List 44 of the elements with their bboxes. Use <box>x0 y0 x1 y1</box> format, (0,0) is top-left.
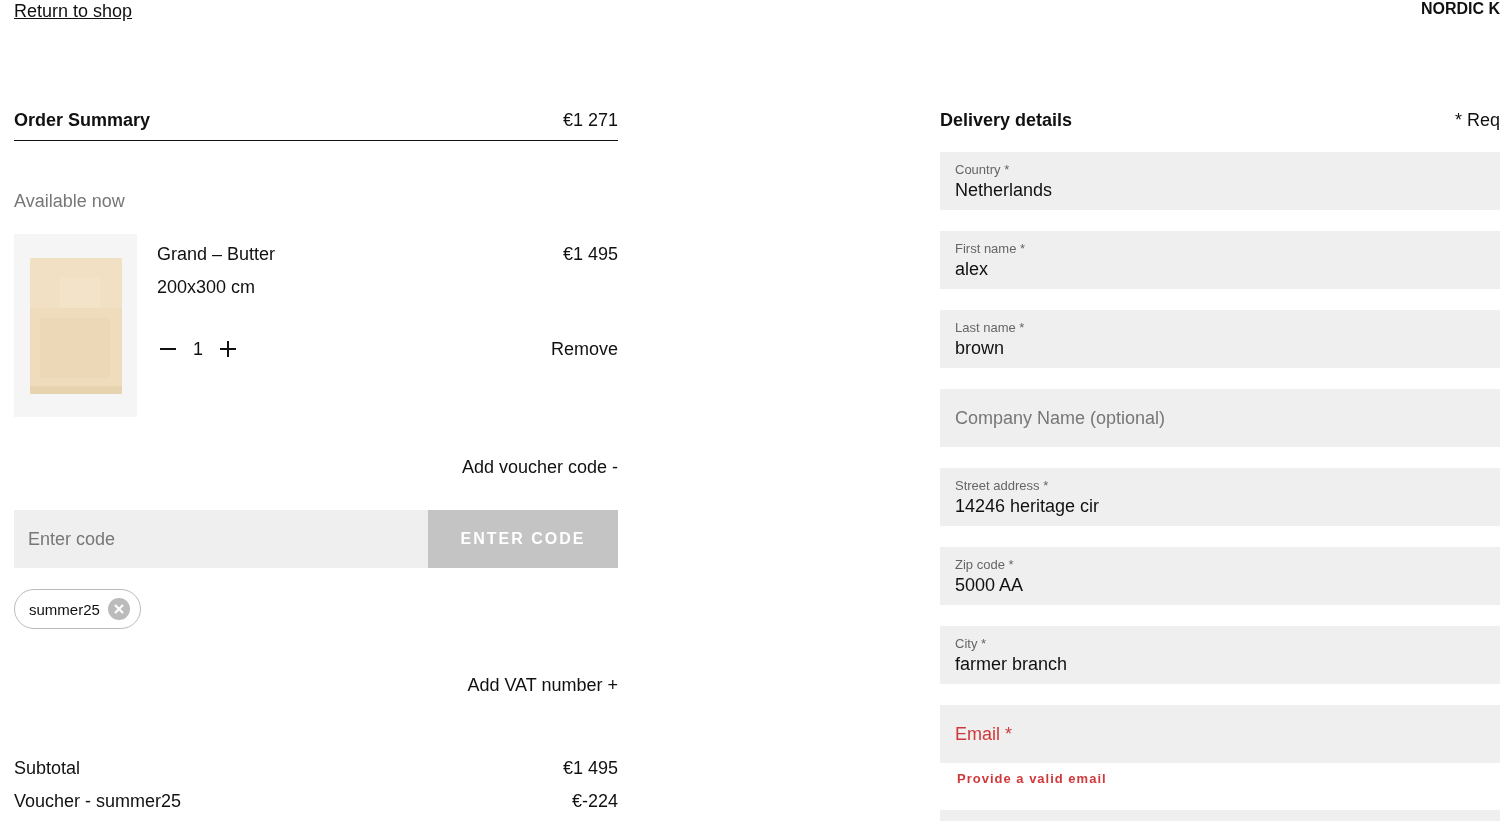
voucher-input[interactable]: Enter code <box>14 510 428 568</box>
input-field[interactable]: Zip code * 5000 AA <box>940 547 1500 605</box>
field-value: brown <box>955 337 1006 359</box>
required-note: * Req <box>1454 109 1500 131</box>
remove-button[interactable]: Remove <box>550 338 618 360</box>
field-value: farmer branch <box>955 653 1069 675</box>
return-link[interactable]: Return to shop <box>14 0 133 22</box>
field-value: alex <box>955 258 990 280</box>
error-message: Provide a valid email <box>957 771 1108 786</box>
input-field[interactable]: Company Name (optional) <box>940 389 1500 447</box>
field-value: 5000 AA <box>955 574 1025 596</box>
field-label: Country * <box>955 161 1011 177</box>
section-title: Order Summary <box>14 109 151 131</box>
field-label: City * <box>955 635 988 651</box>
field-value: 14246 heritage cir <box>955 495 1101 517</box>
total-label: Subtotal <box>14 758 81 779</box>
input-field[interactable]: Country * Netherlands <box>940 152 1500 210</box>
total-value: €1 495 <box>562 758 618 779</box>
product-name: Grand – Butter <box>157 244 276 265</box>
total-label: Voucher - summer25 <box>14 791 182 812</box>
field-label: First name * <box>955 240 1027 256</box>
availability-label: Available now <box>14 191 126 212</box>
voucher-toggle[interactable]: Add voucher code - <box>461 457 618 478</box>
input-field[interactable]: Email * <box>940 705 1500 763</box>
field-label: Zip code * <box>955 556 1015 572</box>
input-field[interactable]: City * farmer branch <box>940 626 1500 684</box>
field-placeholder: Email * <box>955 723 1013 745</box>
field-label: Street address * <box>955 477 1050 493</box>
product-size: 200x300 cm <box>157 277 257 298</box>
field-value: Netherlands <box>955 179 1054 201</box>
voucher-code: summer25 <box>29 600 100 618</box>
brand-logo: NORDIC K <box>1420 0 1500 18</box>
input-field[interactable]: Street address * 14246 heritage cir <box>940 468 1500 526</box>
quantity-value: 1 <box>193 338 203 360</box>
input-field[interactable]: First name * alex <box>940 231 1500 289</box>
plus-icon[interactable] <box>217 338 239 360</box>
vat-toggle[interactable]: Add VAT number + <box>467 675 618 696</box>
field-placeholder: Company Name (optional) <box>955 407 1167 429</box>
input-field[interactable]: Last name * brown <box>940 310 1500 368</box>
order-total: €1 271 <box>562 109 618 131</box>
product-price: €1 495 <box>562 244 618 265</box>
section-title: Delivery details <box>940 109 1073 131</box>
total-value: €-224 <box>571 791 618 812</box>
field-label: Last name * <box>955 319 1026 335</box>
